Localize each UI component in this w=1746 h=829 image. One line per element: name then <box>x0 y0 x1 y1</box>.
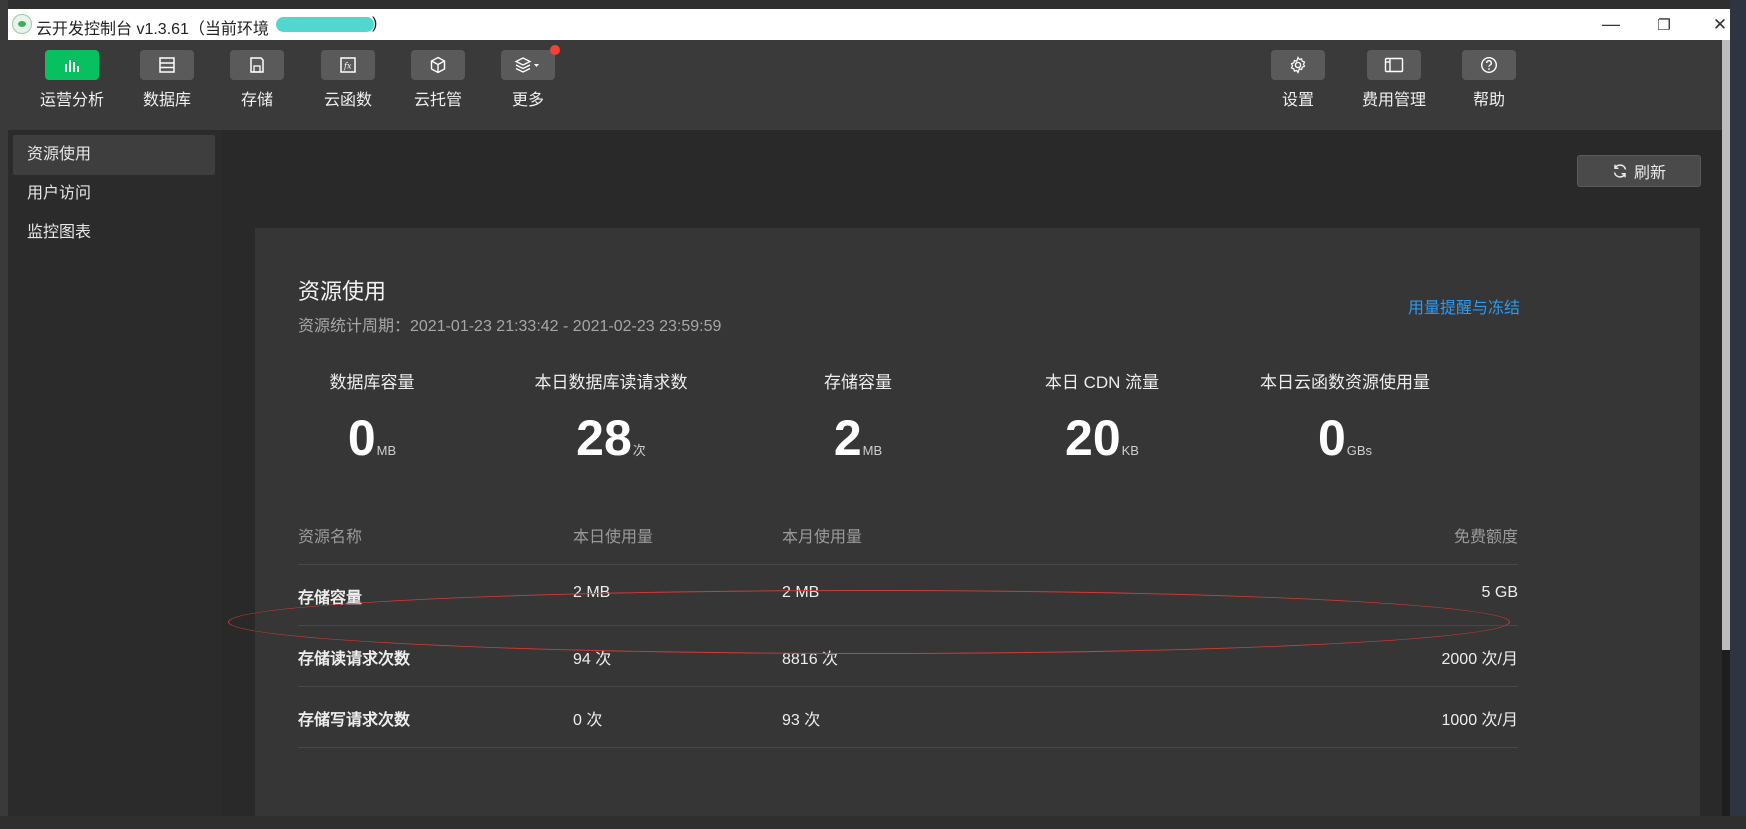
database-icon <box>140 50 194 80</box>
redacted-env-name <box>276 17 374 32</box>
stat-label: 本日 CDN 流量 <box>1044 373 1160 392</box>
refresh-label: 刷新 <box>1633 165 1666 182</box>
toolbar-label: 运营分析 <box>39 92 104 109</box>
desktop-background <box>0 816 1746 829</box>
cube-icon <box>411 50 465 80</box>
toolbar-label: 存储 <box>240 92 273 109</box>
refresh-icon <box>1613 164 1627 178</box>
toolbar-label: 设置 <box>1281 92 1314 109</box>
app-logo-icon <box>12 14 32 34</box>
table-header: 本日使用量 <box>573 529 654 546</box>
table-cell: 存储写请求次数 <box>298 712 411 729</box>
maximize-button[interactable]: ❐ <box>1641 9 1687 40</box>
table-divider <box>298 564 1518 565</box>
toolbar-label: 更多 <box>511 92 544 109</box>
desktop-background <box>0 0 8 829</box>
cloud-function-icon: fx <box>321 50 375 80</box>
toolbar-cloud-hosting[interactable]: 云托管 <box>393 50 483 126</box>
stat-function-usage-today: 本日云函数资源使用量 0GBs <box>1215 368 1475 467</box>
svg-text:fx: fx <box>343 62 352 71</box>
stat-value: 20KB <box>1065 410 1139 466</box>
toolbar-analytics[interactable]: 运营分析 <box>27 50 117 126</box>
table-header: 免费额度 <box>1453 529 1518 546</box>
help-icon <box>1462 50 1516 80</box>
toolbar-storage[interactable]: 存储 <box>212 50 302 126</box>
toolbar-help[interactable]: 帮助 <box>1444 50 1534 126</box>
toolbar-label: 费用管理 <box>1361 92 1426 109</box>
table-cell: 93 次 <box>782 712 821 729</box>
stat-label: 本日云函数资源使用量 <box>1260 373 1430 392</box>
scrollbar-thumb[interactable] <box>1722 40 1730 650</box>
bar-chart-icon <box>45 50 99 80</box>
stat-storage-capacity: 存储容量 2MB <box>728 368 988 467</box>
toolbar-database[interactable]: 数据库 <box>122 50 212 126</box>
stat-label: 存储容量 <box>824 373 892 392</box>
window-title-suffix: ) <box>372 15 378 32</box>
stat-cdn-traffic-today: 本日 CDN 流量 20KB <box>972 368 1232 467</box>
main-content: 刷新 资源使用 资源统计周期：2021-01-23 21:33:42 - 202… <box>222 131 1722 816</box>
main-toolbar: 运营分析 数据库 存储 fx 云函数 云托管 更多 设置 费用管理 帮助 <box>8 40 1730 131</box>
table-header: 本月使用量 <box>782 529 863 546</box>
sidebar: 资源使用 用户访问 监控图表 <box>8 131 222 816</box>
page-title: 资源使用 <box>298 279 387 304</box>
stat-label: 数据库容量 <box>329 373 415 392</box>
window-title: 云开发控制台 v1.3.61（当前环境 <box>36 21 269 38</box>
storage-icon <box>230 50 284 80</box>
stat-db-reads-today: 本日数据库读请求数 28次 <box>481 368 741 467</box>
table-cell: 1000 次/月 <box>1441 712 1519 729</box>
toolbar-more[interactable]: 更多 <box>483 45 573 126</box>
stat-value: 28次 <box>576 410 646 466</box>
sidebar-item-resource-usage[interactable]: 资源使用 <box>13 135 215 175</box>
notification-dot <box>550 45 560 55</box>
toolbar-label: 帮助 <box>1472 92 1505 109</box>
desktop-background <box>1730 0 1746 829</box>
desktop-background <box>0 0 1746 9</box>
toolbar-cloud-function[interactable]: fx 云函数 <box>303 50 393 126</box>
toolbar-label: 云托管 <box>413 92 462 109</box>
toolbar-settings[interactable]: 设置 <box>1253 50 1343 126</box>
table-cell: 存储读请求次数 <box>298 651 411 668</box>
layers-icon <box>501 45 560 80</box>
sidebar-item-user-access[interactable]: 用户访问 <box>13 174 215 214</box>
billing-icon <box>1367 50 1421 80</box>
table-cell: 2000 次/月 <box>1441 651 1519 668</box>
usage-alert-link[interactable]: 用量提醒与冻结 <box>1408 294 1520 318</box>
toolbar-label: 云函数 <box>323 92 372 109</box>
stat-label: 本日数据库读请求数 <box>534 373 688 392</box>
refresh-button[interactable]: 刷新 <box>1577 155 1701 187</box>
sidebar-item-monitoring[interactable]: 监控图表 <box>13 213 215 253</box>
gear-icon <box>1271 50 1325 80</box>
close-button[interactable]: ✕ <box>1697 9 1730 40</box>
table-divider <box>298 686 1518 687</box>
annotation-ellipse <box>228 590 1510 654</box>
table-cell: 0 次 <box>573 712 603 729</box>
stat-db-capacity: 数据库容量 0MB <box>242 368 502 467</box>
table-cell: 5 GB <box>1481 584 1518 601</box>
toolbar-label: 数据库 <box>142 92 191 109</box>
minimize-button[interactable]: — <box>1588 9 1634 40</box>
stat-value: 0GBs <box>1317 410 1373 466</box>
stat-value: 2MB <box>833 410 883 466</box>
app-window: 云开发控制台 v1.3.61（当前环境 ) — ❐ ✕ 运营分析 数据库 存储 <box>8 9 1730 816</box>
table-header: 资源名称 <box>298 529 363 546</box>
table-divider <box>298 747 1518 748</box>
title-bar: 云开发控制台 v1.3.61（当前环境 ) — ❐ ✕ <box>8 9 1730 40</box>
stat-value: 0MB <box>347 410 397 466</box>
stat-period: 资源统计周期：2021-01-23 21:33:42 - 2021-02-23 … <box>298 318 722 335</box>
toolbar-billing[interactable]: 费用管理 <box>1349 50 1439 126</box>
resource-usage-card: 资源使用 资源统计周期：2021-01-23 21:33:42 - 2021-0… <box>255 228 1700 816</box>
